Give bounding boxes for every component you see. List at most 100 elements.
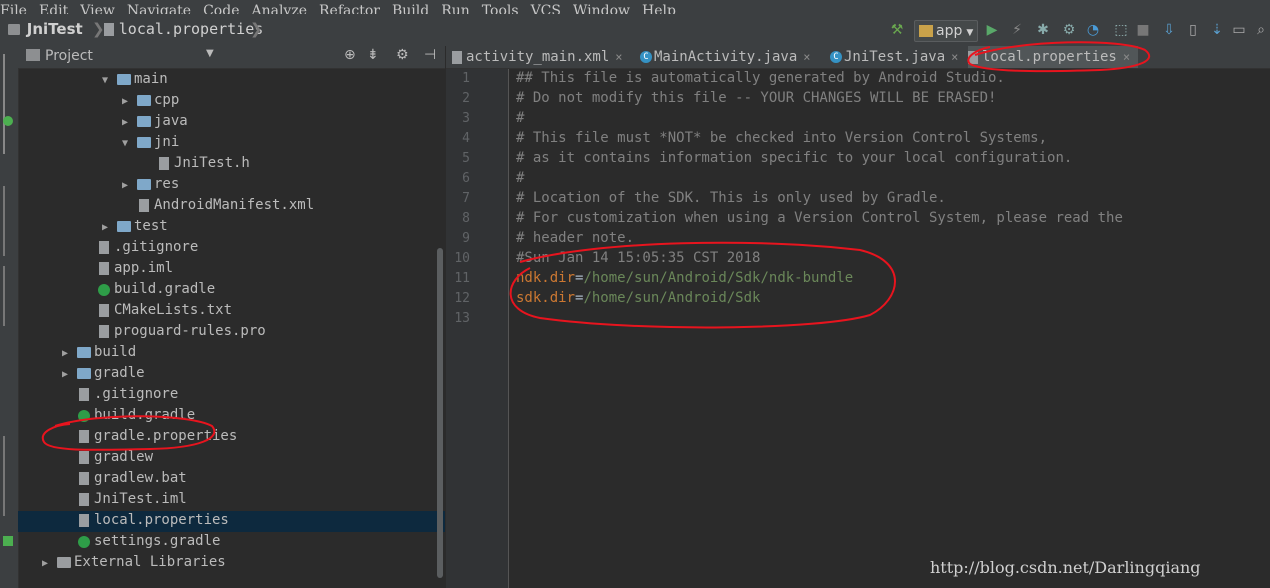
menu-item-help[interactable]: Help	[642, 4, 676, 14]
make-project-icon[interactable]: ⚒	[890, 22, 904, 38]
comment-line: #	[516, 110, 525, 126]
tree-item[interactable]: local.properties	[62, 510, 229, 531]
tree-item-label: app.iml	[114, 260, 174, 276]
menu-item-code[interactable]: Code	[203, 4, 239, 14]
tree-item-label: gradlew	[94, 449, 154, 465]
tree-scrollbar[interactable]	[437, 248, 443, 578]
gradle-icon	[76, 531, 92, 552]
menu-item-window[interactable]: Window	[573, 4, 630, 14]
collapse-arrow-icon[interactable]: ▶	[102, 217, 116, 238]
tree-item[interactable]: ▶ res	[122, 174, 179, 195]
tree-item[interactable]: ▶ build	[62, 342, 136, 363]
close-icon[interactable]: ×	[615, 50, 622, 64]
tree-item[interactable]: ▶ java	[122, 111, 188, 132]
tree-item[interactable]: ▶ test	[102, 216, 168, 237]
tree-item[interactable]: ▼ jni	[122, 132, 179, 153]
tab-jnitest-java[interactable]: C JniTest.java ×	[830, 46, 960, 68]
tree-item[interactable]: JniTest.h	[142, 153, 250, 174]
tree-item[interactable]: .gitignore	[82, 237, 198, 258]
tree-item[interactable]: build.gradle	[62, 405, 195, 426]
collapse-arrow-icon[interactable]: ▶	[122, 112, 136, 133]
favorites-tool-tab[interactable]	[3, 436, 15, 516]
collapse-arrow-icon[interactable]: ▶	[122, 175, 136, 196]
expand-arrow-icon[interactable]: ▼	[122, 133, 136, 154]
menu-item-navigate[interactable]: Navigate	[127, 4, 191, 14]
file-icon	[156, 153, 172, 174]
tree-item-label: gradle.properties	[94, 428, 238, 444]
tab-mainactivity-java[interactable]: C MainActivity.java ×	[640, 46, 822, 68]
tree-item[interactable]: build.gradle	[82, 279, 215, 300]
line-number: 7	[462, 191, 470, 206]
profile-icon[interactable]: ◔	[1086, 22, 1100, 38]
android-tool-icon[interactable]	[3, 116, 13, 126]
menu-item-vcs[interactable]: VCS	[531, 4, 561, 14]
project-view-label[interactable]: Project	[45, 48, 93, 64]
collapse-arrow-icon[interactable]: ▶	[62, 343, 76, 364]
close-icon[interactable]: ×	[1123, 50, 1130, 64]
sync-gradle-icon[interactable]: ⇩	[1162, 22, 1176, 38]
breadcrumb-project[interactable]: JniTest	[8, 20, 83, 38]
menu-item-file[interactable]: File	[0, 4, 27, 14]
collapse-all-icon[interactable]: ⇟	[367, 47, 379, 63]
structure-tool-tab[interactable]	[3, 186, 15, 256]
expand-arrow-icon[interactable]: ▼	[102, 70, 116, 91]
collapse-arrow-icon[interactable]: ▶	[42, 553, 56, 574]
scroll-from-source-icon[interactable]: ⊕	[344, 47, 356, 63]
tab-local-properties[interactable]: local.properties ×	[968, 46, 1138, 68]
attach-debugger-icon[interactable]: ⚙	[1062, 22, 1076, 38]
close-icon[interactable]: ×	[951, 50, 958, 64]
tree-item[interactable]: settings.gradle	[62, 531, 220, 552]
tree-item-label: CMakeLists.txt	[114, 302, 233, 318]
chevron-down-icon[interactable]: ▼	[206, 48, 214, 59]
breadcrumb-file[interactable]: local.properties	[104, 20, 263, 38]
captures-tool-tab[interactable]	[3, 266, 15, 326]
tree-item[interactable]: proguard-rules.pro	[82, 321, 266, 342]
collapse-arrow-icon[interactable]: ▶	[122, 91, 136, 112]
line-number: 5	[462, 151, 470, 166]
tree-item[interactable]: CMakeLists.txt	[82, 300, 232, 321]
debug-icon[interactable]: ✱	[1036, 22, 1050, 38]
sdk-manager-icon[interactable]: ⇣	[1210, 22, 1224, 38]
avd-manager-icon[interactable]: ▯	[1186, 22, 1200, 38]
tree-item[interactable]: AndroidManifest.xml	[122, 195, 314, 216]
menu-item-view[interactable]: View	[80, 4, 115, 14]
build-variants-icon[interactable]	[3, 536, 13, 546]
menu-item-refactor[interactable]: Refactor	[319, 4, 380, 14]
attach-process-icon[interactable]: ⬚	[1114, 22, 1128, 38]
menu-item-run[interactable]: Run	[441, 4, 470, 14]
collapse-arrow-icon[interactable]: ▶	[62, 364, 76, 385]
tree-item[interactable]: gradlew.bat	[62, 468, 187, 489]
run-config-select[interactable]: app ▼	[914, 20, 978, 42]
menu-item-analyze[interactable]: Analyze	[251, 4, 307, 14]
line-number: 13	[454, 311, 470, 326]
tree-item[interactable]: ▶ gradle	[62, 363, 145, 384]
file-icon	[96, 237, 112, 258]
tree-item[interactable]: gradle.properties	[62, 426, 237, 447]
gear-icon[interactable]: ⚙	[396, 47, 409, 63]
run-icon[interactable]: ▶	[985, 22, 999, 38]
tree-item[interactable]: gradlew	[62, 447, 153, 468]
tree-item[interactable]: app.iml	[82, 258, 173, 279]
code-editor[interactable]: ## This file is automatically generated …	[509, 69, 1270, 588]
project-tool-tab[interactable]	[3, 54, 15, 154]
tab-activity-main-xml[interactable]: activity_main.xml ×	[452, 46, 632, 68]
stop-icon[interactable]: ■	[1136, 22, 1150, 38]
apply-changes-icon[interactable]: ⚡	[1010, 22, 1024, 38]
tree-item[interactable]: .gitignore	[62, 384, 178, 405]
search-icon[interactable]: ⌕	[1254, 22, 1268, 38]
menu-item-tools[interactable]: Tools	[482, 4, 519, 14]
line-number-gutter: 1 2 3 4 5 6 7 8 9 10 11 12 13	[446, 69, 509, 588]
hide-panel-icon[interactable]: ⊣	[424, 47, 436, 63]
line-number: 4	[462, 131, 470, 146]
menu-item-build[interactable]: Build	[392, 4, 429, 14]
tree-item[interactable]: JniTest.iml	[62, 489, 187, 510]
android-device-monitor-icon[interactable]: ▭	[1232, 22, 1246, 38]
close-icon[interactable]: ×	[803, 50, 810, 64]
tab-label: MainActivity.java	[654, 49, 798, 65]
tree-item[interactable]: ▶ External Libraries	[42, 552, 226, 573]
tree-item[interactable]: ▼ main	[102, 69, 168, 90]
menu-item-edit[interactable]: Edit	[39, 4, 68, 14]
tree-item[interactable]: ▶ cpp	[122, 90, 179, 111]
tree-item-label: cpp	[154, 92, 180, 108]
library-icon	[56, 552, 72, 573]
